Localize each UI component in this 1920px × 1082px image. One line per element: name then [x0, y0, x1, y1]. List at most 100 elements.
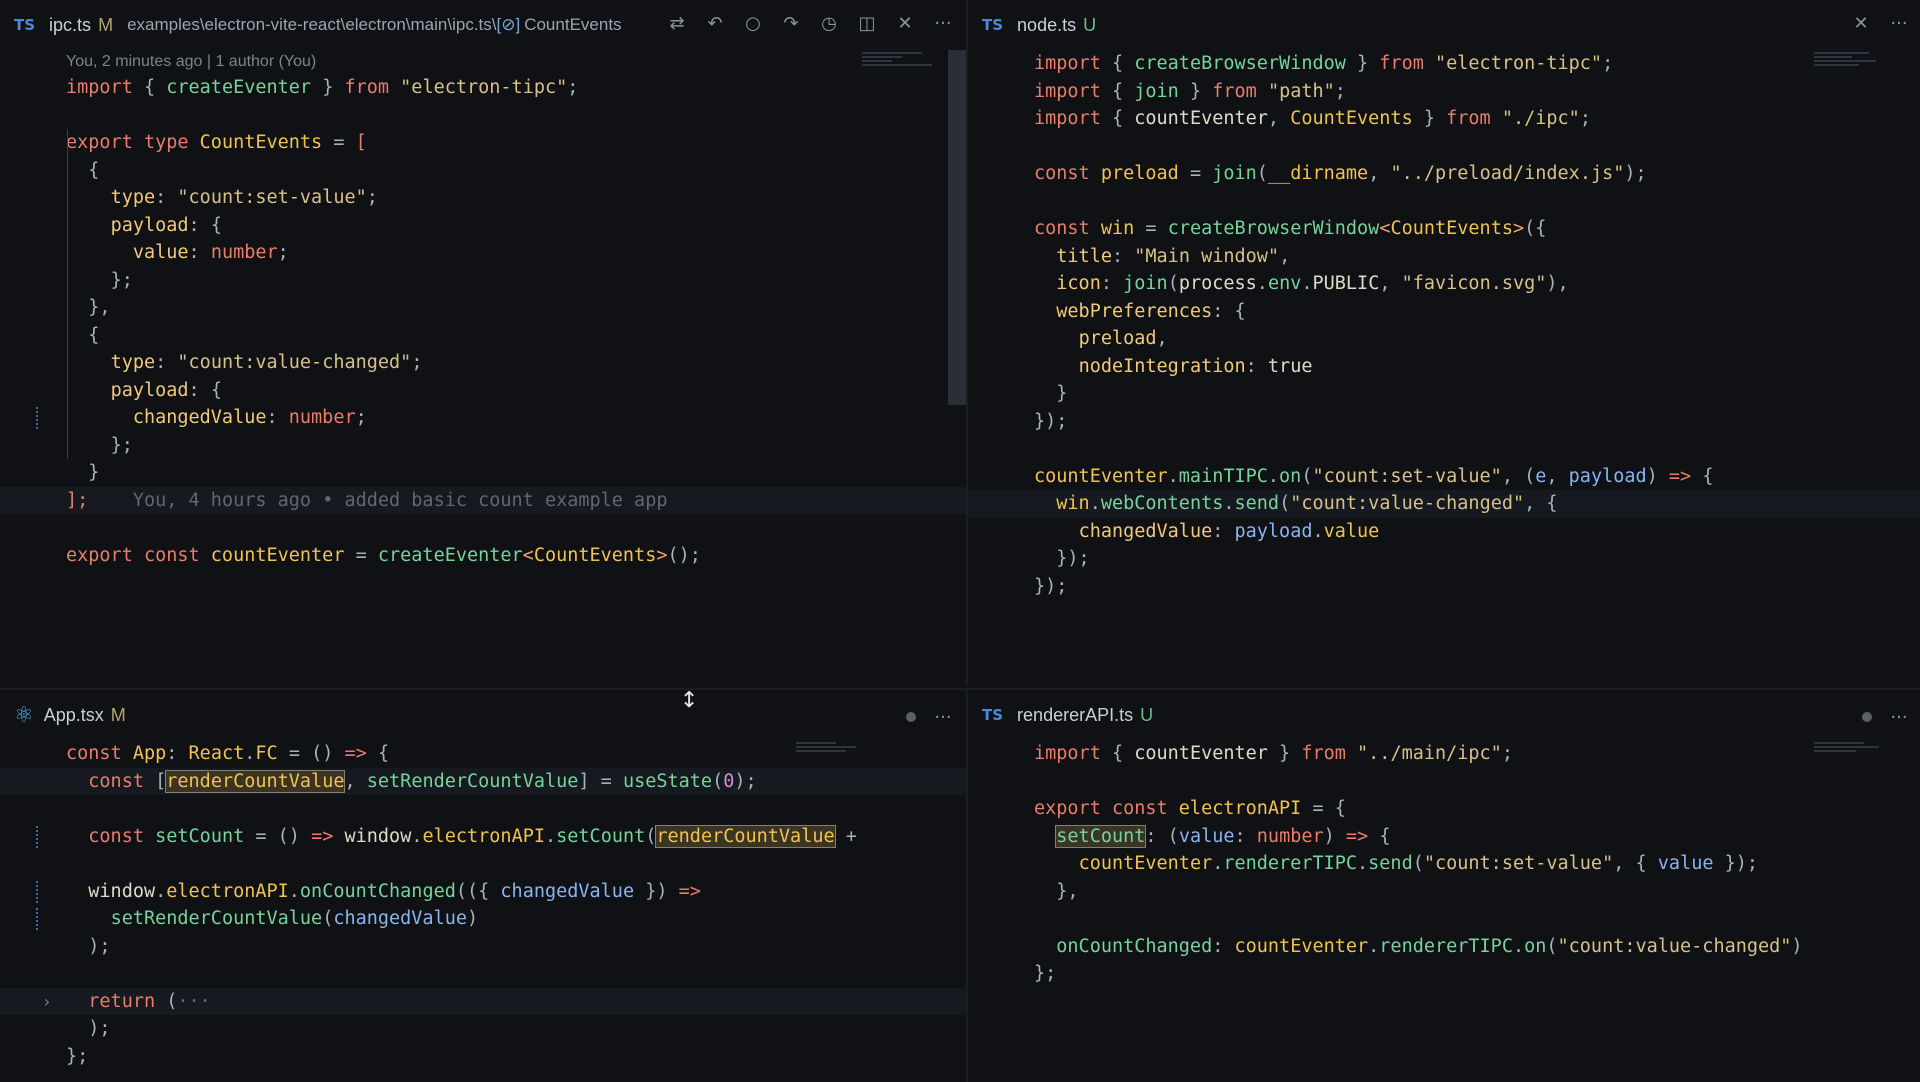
git-status-badge: U	[1140, 704, 1154, 725]
gutter-change-marker[interactable]	[36, 908, 40, 930]
timeline-icon[interactable]: ◷	[818, 12, 840, 34]
unsaved-dot-icon[interactable]	[1862, 712, 1872, 722]
git-status-badge: U	[1083, 14, 1097, 35]
inline-blame: You, 4 hours ago • added basic count exa…	[132, 489, 668, 511]
resize-cursor-icon: ↕	[680, 688, 699, 713]
tab-app[interactable]: ⚛ App.tsx M ···	[0, 690, 966, 740]
code-editor[interactable]: import { countEventer } from "../main/ip…	[968, 740, 1920, 988]
breadcrumb-path[interactable]: examples\electron-vite-react\electron\ma…	[127, 15, 496, 34]
code-line: export const countEventer = createEvente…	[66, 544, 701, 566]
tab-renderer-api[interactable]: TS rendererAPI.ts U ···	[968, 690, 1920, 740]
code-editor[interactable]: const App: React.FC = () => { const [ren…	[0, 740, 966, 1070]
more-icon[interactable]: ···	[932, 12, 954, 34]
typescript-icon: TS	[982, 706, 1004, 724]
unsaved-dot-icon[interactable]	[906, 712, 916, 722]
code-line: countEventer.mainTIPC.on("count:set-valu…	[1034, 465, 1714, 487]
tab-node[interactable]: TS node.ts U ✕ ···	[968, 0, 1920, 50]
code-line-current: ]; You, 4 hours ago • added basic count …	[0, 486, 966, 514]
code-line: type: "count:value-changed";	[110, 352, 423, 373]
code-line: },	[88, 297, 111, 318]
go-forward-icon[interactable]: ↷	[780, 12, 802, 34]
split-editor-icon[interactable]: ◫	[856, 12, 878, 34]
tab-ipc[interactable]: TS ipc.ts M examples\electron-vite-react…	[0, 0, 966, 50]
minimap[interactable]	[796, 740, 886, 780]
code-editor[interactable]: import { createBrowserWindow } from "ele…	[968, 50, 1920, 600]
minimap[interactable]	[1814, 740, 1904, 780]
breadcrumb[interactable]: examples\electron-vite-react\electron\ma…	[127, 15, 621, 35]
breadcrumb-symbol[interactable]: CountEvents	[524, 15, 621, 34]
code-line: preload,	[1078, 328, 1168, 349]
gutter-change-marker[interactable]	[36, 880, 40, 903]
editor-pane-ipc[interactable]: TS ipc.ts M examples\electron-vite-react…	[0, 0, 966, 686]
code-line: import { join } from "path";	[1034, 80, 1346, 102]
code-line: const win = createBrowserWindow<CountEve…	[1034, 218, 1547, 239]
code-line: icon: join(process.env.PUBLIC, "favicon.…	[1056, 273, 1569, 294]
close-icon[interactable]: ✕	[894, 12, 916, 34]
code-line: changedValue: number;	[0, 404, 966, 432]
code-line: payload: {	[110, 379, 222, 401]
code-line: {	[88, 324, 100, 346]
code-line: changedValue: payload.value	[1078, 520, 1380, 542]
typescript-icon: TS	[982, 16, 1004, 34]
code-line: setCount: (value: number) => {	[1055, 824, 1391, 848]
indent-guide	[67, 129, 68, 459]
code-line: {	[88, 159, 100, 181]
git-status-badge: M	[110, 704, 126, 725]
circle-icon[interactable]: ○	[742, 12, 764, 34]
more-icon[interactable]: ···	[932, 706, 954, 728]
minimap[interactable]	[1814, 50, 1904, 90]
git-compare-icon[interactable]: ⇄	[666, 12, 688, 34]
code-line: const preload = join(__dirname, "../prel…	[1034, 163, 1647, 184]
editor-grid: TS ipc.ts M examples\electron-vite-react…	[0, 0, 1920, 1082]
code-line: }	[1056, 383, 1068, 404]
tab-filename: ipc.ts	[49, 14, 92, 35]
code-line: setRenderCountValue(changedValue)	[0, 905, 966, 933]
code-line: import { createEventer } from "electron-…	[66, 77, 579, 98]
code-line: };	[1034, 963, 1057, 984]
typescript-icon: TS	[14, 16, 36, 34]
code-line: payload: {	[110, 214, 222, 236]
code-line: },	[1056, 880, 1079, 902]
gutter-change-marker[interactable]	[36, 407, 40, 429]
code-line: };	[110, 434, 133, 456]
go-back-icon[interactable]: ↶	[704, 12, 726, 34]
fold-chevron-icon[interactable]: ›	[42, 988, 52, 1016]
gutter-change-marker[interactable]	[36, 825, 40, 848]
code-line-folded: › return (···	[0, 987, 966, 1016]
scrollbar-vertical[interactable]	[948, 50, 966, 405]
code-line: title: "Main window",	[1056, 245, 1291, 267]
code-line-current: win.webContents.send("count:value-change…	[968, 490, 1920, 518]
code-line: );	[88, 935, 111, 957]
code-line: webPreferences: {	[1056, 300, 1246, 322]
code-line: nodeIntegration: true	[1078, 355, 1313, 377]
code-line: window.electronAPI.onCountChanged(({ cha…	[0, 878, 966, 906]
code-line: value: number;	[132, 242, 289, 263]
code-editor[interactable]: import { createEventer } from "electron-…	[0, 74, 966, 569]
react-icon: ⚛	[14, 702, 34, 727]
editor-pane-renderer-api[interactable]: TS rendererAPI.ts U ··· import { countEv…	[966, 688, 1920, 1082]
more-icon[interactable]: ···	[1888, 706, 1910, 728]
tab-filename: App.tsx	[43, 704, 104, 725]
code-line: type: "count:set-value";	[110, 187, 378, 208]
minimap[interactable]	[862, 50, 952, 90]
more-icon[interactable]: ···	[1888, 12, 1910, 34]
editor-pane-node[interactable]: TS node.ts U ✕ ··· import { createBrowse…	[966, 0, 1920, 686]
code-line: };	[66, 1045, 89, 1067]
codelens-author[interactable]: You, 2 minutes ago | 1 author (You)	[0, 50, 966, 74]
editor-toolbar: ···	[1862, 706, 1910, 728]
code-line: import { countEventer, CountEvents } fro…	[1034, 108, 1591, 129]
code-line: const setCount = () => window.electronAP…	[0, 823, 966, 851]
code-line: import { countEventer } from "../main/ip…	[1034, 743, 1513, 764]
close-icon[interactable]: ✕	[1850, 12, 1872, 34]
editor-pane-app[interactable]: ⚛ App.tsx M ··· const App: React.FC = ()…	[0, 688, 966, 1082]
code-line: onCountChanged: countEventer.rendererTIP…	[1056, 935, 1803, 957]
